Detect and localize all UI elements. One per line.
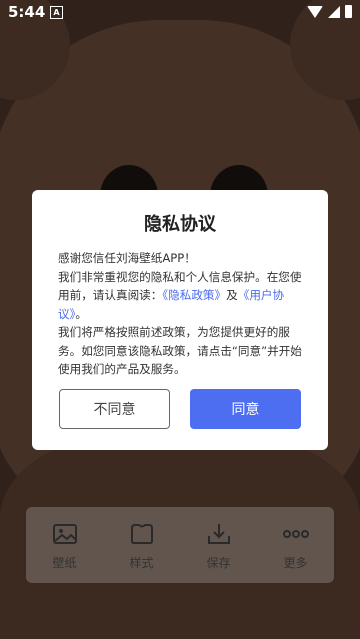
privacy-policy-link[interactable]: 《隐私政策》 <box>162 288 226 302</box>
nav-label: 保存 <box>206 555 231 570</box>
download-icon <box>207 523 230 544</box>
bottom-nav: 壁纸 样式 保存 更多 <box>26 507 334 583</box>
dialog-line-consent: 我们将严格按照前述政策，为您提供更好的服务。如您同意该隐私政策，请点击“同意”并… <box>58 325 302 376</box>
battery-icon <box>345 5 352 18</box>
more-icon <box>282 529 309 538</box>
dialog-body: 感谢您信任刘海壁纸APP！ 我们非常重视您的隐私和个人信息保护。在您使用前，请认… <box>58 249 304 379</box>
status-bar: 5:44 A <box>0 0 360 26</box>
nav-style[interactable]: 样式 <box>103 507 180 583</box>
status-time: 5:44 <box>8 3 46 21</box>
nav-more[interactable]: 更多 <box>257 507 334 583</box>
image-icon <box>52 523 77 544</box>
dialog-line-thanks: 感谢您信任刘海壁纸APP！ <box>58 251 196 265</box>
wifi-icon <box>307 5 323 18</box>
nav-label: 壁纸 <box>52 555 77 570</box>
disagree-button[interactable]: 不同意 <box>59 389 170 429</box>
dialog-line-privacy: 我们非常重视您的隐私和个人信息保护。在您使用前，请认真阅读：《隐私政策》及《用户… <box>58 268 304 324</box>
signal-icon <box>328 5 340 18</box>
frame-icon <box>130 523 153 544</box>
agree-button[interactable]: 同意 <box>190 389 301 429</box>
nav-wallpaper[interactable]: 壁纸 <box>26 507 103 583</box>
notification-icon: A <box>50 6 63 19</box>
nav-label: 更多 <box>283 555 308 570</box>
dialog-text-and: 及 <box>226 288 238 302</box>
nav-save[interactable]: 保存 <box>180 507 257 583</box>
dialog-title: 隐私协议 <box>144 214 216 235</box>
dialog-text-period: 。 <box>75 306 87 321</box>
privacy-dialog: 隐私协议 感谢您信任刘海壁纸APP！ 我们非常重视您的隐私和个人信息保护。在您使… <box>32 190 328 450</box>
nav-label: 样式 <box>129 555 154 570</box>
